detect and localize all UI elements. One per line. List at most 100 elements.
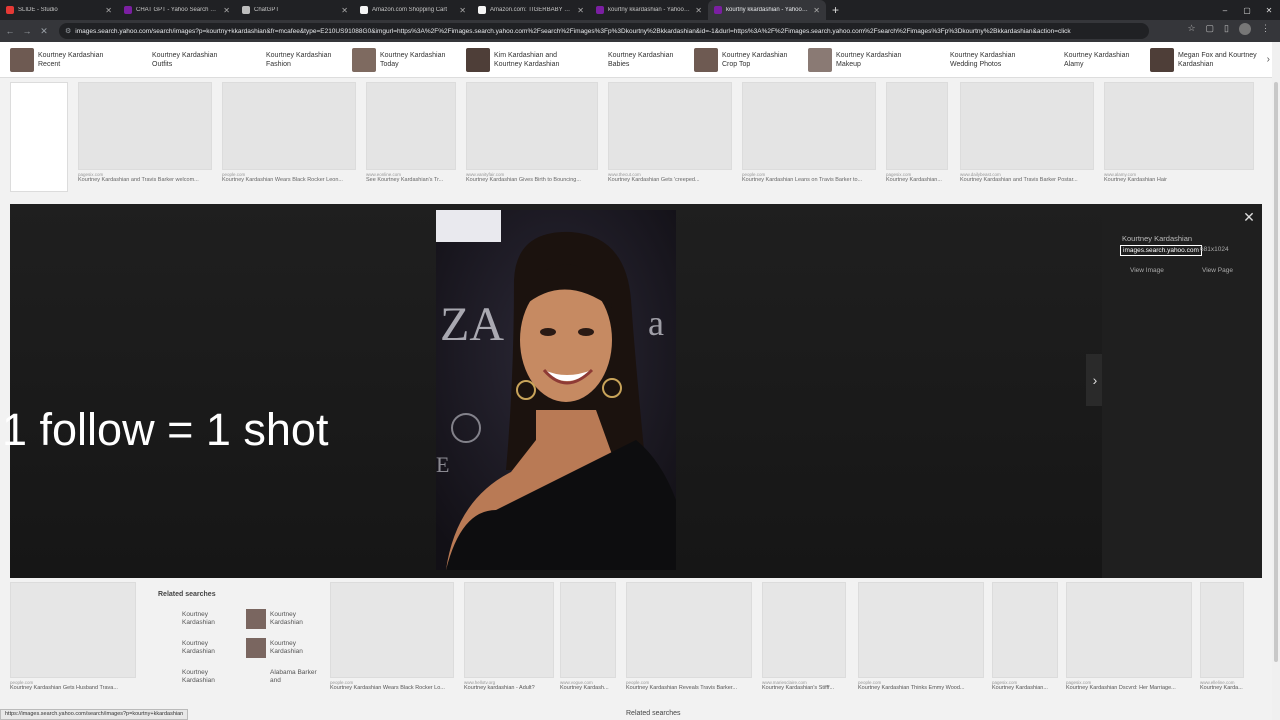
tab-close-icon[interactable]: ✕ <box>813 6 820 15</box>
related-search-chip[interactable]: Kourtney Kardashian Today <box>352 46 460 74</box>
tab-close-icon[interactable]: ✕ <box>223 6 230 15</box>
result-caption[interactable]: Kourtney Kardashian's Stifff... <box>762 685 846 691</box>
image-title[interactable]: Kourtney Kardashian <box>1122 234 1192 243</box>
result-card[interactable]: people.com Kourtney Kardashian Leans on T… <box>742 82 876 183</box>
menu-icon[interactable]: ⋮ <box>1261 23 1270 35</box>
result-thumbnail[interactable] <box>762 582 846 678</box>
result-card[interactable]: www.thecut.com Kourtney Kardashian Gets '… <box>608 82 732 183</box>
result-card[interactable]: pagesix.com Kourtney Kardashian Dscvrd: H… <box>1066 582 1192 691</box>
browser-tab[interactable]: Amazon.com: TIGERBABY Meg ✕ <box>472 0 590 20</box>
result-card[interactable]: www.eonline.com See Kourtney Kardashian's… <box>366 82 456 183</box>
stop-loading-icon[interactable]: ✕ <box>37 24 51 38</box>
related-search-chip[interactable]: Kourtney Kardashian Recent <box>10 46 118 74</box>
browser-tab[interactable]: CHAT GPT - Yahoo Search Res ✕ <box>118 0 236 20</box>
result-thumbnail[interactable] <box>1200 582 1244 678</box>
related-search-chip[interactable]: Kim Kardashian and Kourtney Kardashian <box>466 46 574 74</box>
related-search-item[interactable]: Alabama Barker and <box>238 662 326 691</box>
result-thumbnail[interactable] <box>858 582 984 678</box>
result-card[interactable]: pagesix.com Kourtney Kardashian... <box>886 82 948 183</box>
window-close-icon[interactable]: ✕ <box>1258 0 1280 20</box>
sidebar-icon[interactable]: ▯ <box>1224 23 1229 35</box>
browser-tab[interactable]: ChatGPT ✕ <box>236 0 354 20</box>
related-search-item[interactable]: Kourtney Kardashian <box>150 633 238 662</box>
result-caption[interactable]: Kourtney Kardashian... <box>992 685 1058 691</box>
result-card[interactable]: pagesix.com Kourtney Kardashian and Travi… <box>78 82 212 183</box>
forward-icon[interactable]: → <box>20 24 34 38</box>
result-caption[interactable]: Kourtney Karda... <box>1200 685 1244 691</box>
result-card[interactable]: people.com Kourtney Kardashian Reveals Tr… <box>626 582 752 691</box>
result-thumbnail[interactable] <box>1104 82 1254 170</box>
result-caption[interactable]: Kourtney Kardashian Gets Husband Trava..… <box>10 685 136 691</box>
scrollbar-thumb[interactable] <box>1274 82 1278 662</box>
result-card[interactable]: www.hellotv.org Kourtney kardashian - Adu… <box>464 582 554 691</box>
profile-avatar[interactable] <box>1239 23 1251 35</box>
tab-close-icon[interactable]: ✕ <box>341 6 348 15</box>
bookmark-star-icon[interactable]: ☆ <box>1187 23 1195 35</box>
result-caption[interactable]: Kourtney kardashian - Adult? <box>464 685 554 691</box>
result-card[interactable]: www.mariesclaire.com Kourtney Kardashian'… <box>762 582 846 691</box>
strip-next-icon[interactable]: › <box>1267 54 1270 65</box>
tab-close-icon[interactable]: ✕ <box>105 6 112 15</box>
result-card[interactable]: people.com Kourtney Kardashian Gets Husba… <box>10 582 136 691</box>
related-search-item[interactable]: Kourtney Kardashian <box>238 633 326 662</box>
result-thumbnail[interactable] <box>960 82 1094 170</box>
related-search-chip[interactable]: Kourtney Kardashian Outfits <box>124 46 232 74</box>
address-bar[interactable]: ⚙ images.search.yahoo.com/search/images?… <box>59 23 1149 39</box>
result-caption[interactable]: Kourtney Kardashian and Travis Barker Po… <box>960 177 1094 183</box>
result-caption[interactable]: Kourtney Kardashian Hair <box>1104 177 1254 183</box>
result-thumbnail[interactable] <box>464 582 554 678</box>
browser-tab[interactable]: kourtny kkardashian - Yahoo Im ✕ <box>708 0 826 20</box>
related-search-chip[interactable]: Kourtney Kardashian Crop Top <box>694 46 802 74</box>
site-info-icon[interactable]: ⚙ <box>65 27 71 35</box>
maximize-icon[interactable]: ▢ <box>1236 0 1258 20</box>
minimize-icon[interactable]: – <box>1214 0 1236 20</box>
related-search-item[interactable]: Kourtney Kardashian <box>238 604 326 633</box>
result-thumbnail[interactable] <box>10 82 68 192</box>
related-search-chip[interactable]: Kourtney Kardashian Wedding Photos <box>922 46 1030 74</box>
tab-close-icon[interactable]: ✕ <box>577 6 584 15</box>
view-page-button[interactable]: View Page <box>1202 267 1233 274</box>
close-icon[interactable]: ✕ <box>1242 210 1256 224</box>
result-caption[interactable]: Kourtney Kardashian Wears Black Rocker L… <box>222 177 356 183</box>
result-caption[interactable]: Kourtney Kardashian and Travis Barker we… <box>78 177 212 183</box>
result-caption[interactable]: Kourtney Kardashian... <box>886 177 948 183</box>
tab-close-icon[interactable]: ✕ <box>459 6 466 15</box>
result-thumbnail[interactable] <box>1066 582 1192 678</box>
result-card[interactable]: www.alamy.com Kourtney Kardashian Hair <box>1104 82 1254 183</box>
related-search-item[interactable]: Kourtney Kardashian <box>150 604 238 633</box>
browser-tab[interactable]: SLIDE - Studio ✕ <box>0 0 118 20</box>
new-tab-button[interactable]: + <box>832 3 839 17</box>
result-card[interactable]: people.com Kourtney Kardashian Thinks Emm… <box>858 582 984 691</box>
result-thumbnail[interactable] <box>222 82 356 170</box>
result-caption[interactable]: Kourtney Kardashian Leans on Travis Bark… <box>742 177 876 183</box>
related-search-chip[interactable]: Kourtney Kardashian Babies <box>580 46 688 74</box>
result-thumbnail[interactable] <box>466 82 598 170</box>
result-caption[interactable]: Kourtney Kardashian Gets 'creeped... <box>608 177 732 183</box>
extensions-icon[interactable]: ▢ <box>1206 23 1215 35</box>
result-thumbnail[interactable] <box>742 82 876 170</box>
result-card[interactable]: www.vogue.com Kourtney Kardash... <box>560 582 616 691</box>
result-thumbnail[interactable] <box>608 82 732 170</box>
related-search-chip[interactable]: Megan Fox and Kourtney Kardashian <box>1150 46 1258 74</box>
related-search-chip[interactable]: Kourtney Kardashian Fashion <box>238 46 346 74</box>
source-domain-link[interactable]: images.search.yahoo.com <box>1120 245 1202 256</box>
result-card[interactable]: www.dailybeast.com Kourtney Kardashian an… <box>960 82 1094 183</box>
view-image-button[interactable]: View Image <box>1130 267 1164 274</box>
result-caption[interactable]: See Kourtney Kardashian's Tr... <box>366 177 456 183</box>
result-caption[interactable]: Kourtney Kardashian Dscvrd: Her Marriage… <box>1066 685 1192 691</box>
result-caption[interactable]: Kourtney Kardashian Thinks Emmy Wood... <box>858 685 984 691</box>
related-search-item[interactable]: Kourtney Kardashian <box>150 662 238 691</box>
result-thumbnail[interactable] <box>10 582 136 678</box>
result-thumbnail[interactable] <box>886 82 948 170</box>
result-card[interactable]: www.vanityfair.com Kourtney Kardashian Gi… <box>466 82 598 183</box>
result-thumbnail[interactable] <box>992 582 1058 678</box>
result-card[interactable]: people.com Kourtney Kardashian Wears Blac… <box>222 82 356 183</box>
related-search-chip[interactable]: Kourtney Kardashian Makeup <box>808 46 916 74</box>
result-caption[interactable]: Kourtney Kardash... <box>560 685 616 691</box>
result-caption[interactable]: Kourtney Kardashian Gives Birth to Bounc… <box>466 177 598 183</box>
back-icon[interactable]: ← <box>3 24 17 38</box>
result-thumbnail[interactable] <box>626 582 752 678</box>
result-card[interactable]: www.elleline.com Kourtney Karda... <box>1200 582 1244 691</box>
result-card[interactable]: people.com Kourtney Kardashian Wears Blac… <box>330 582 454 691</box>
result-card[interactable] <box>10 82 68 194</box>
